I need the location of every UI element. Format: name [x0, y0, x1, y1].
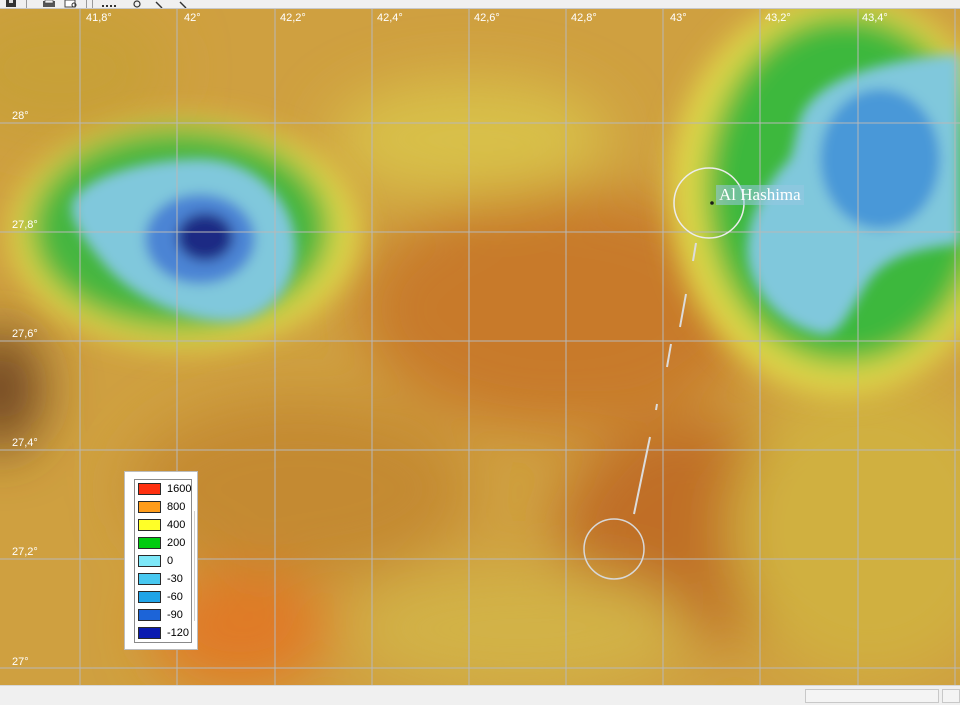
longitude-label: 43,4°	[862, 12, 888, 24]
legend-swatch	[138, 627, 161, 639]
print-preview-icon[interactable]	[62, 0, 80, 8]
longitude-label: 41,8°	[86, 12, 112, 24]
legend-value: -30	[167, 573, 183, 585]
latitude-label: 28°	[12, 110, 29, 122]
legend-swatch	[138, 501, 161, 513]
latitude-label: 27,6°	[12, 328, 38, 340]
legend-swatch	[138, 483, 161, 495]
legend-swatch	[138, 591, 161, 603]
longitude-label: 42°	[184, 12, 201, 24]
legend-swatch	[138, 609, 161, 621]
toolbar-separator	[26, 0, 27, 8]
place-label[interactable]: Al Hashima	[716, 185, 804, 205]
latitude-label: 27,4°	[12, 437, 38, 449]
status-bar	[0, 685, 960, 705]
place-marker[interactable]	[710, 201, 714, 205]
longitude-label: 43,2°	[765, 12, 791, 24]
legend-value: -90	[167, 609, 183, 621]
legend-entry: -120	[137, 624, 191, 642]
legend-value: 800	[167, 501, 186, 513]
legend-value: 1600	[167, 483, 192, 495]
legend-value: 200	[167, 537, 186, 549]
longitude-label: 42,6°	[474, 12, 500, 24]
latitude-label: 27°	[12, 656, 29, 668]
legend-resize-grip[interactable]	[194, 511, 197, 621]
legend-entry: 800	[137, 498, 191, 516]
zoom-icon[interactable]	[150, 0, 168, 8]
save-icon[interactable]	[2, 0, 20, 8]
legend-swatch	[138, 573, 161, 585]
legend-entry: 0	[137, 552, 191, 570]
legend-entry: -60	[137, 588, 191, 606]
legend-value: 0	[167, 555, 174, 567]
grid-icon[interactable]	[100, 0, 118, 8]
toolbar-separator	[92, 0, 93, 8]
elevation-legend[interactable]: 1600 800 400 200 0 -30 -60 -90 -120	[124, 471, 198, 650]
toolbar-separator	[86, 0, 87, 8]
status-pane	[805, 689, 939, 703]
toolbar	[0, 0, 960, 9]
search-icon[interactable]	[174, 0, 192, 8]
longitude-label: 43°	[670, 12, 687, 24]
legend-value: -120	[167, 627, 190, 639]
latitude-label: 27,2°	[12, 546, 38, 558]
legend-value: -60	[167, 591, 183, 603]
legend-entry: -30	[137, 570, 191, 588]
legend-entry: -90	[137, 606, 191, 624]
legend-swatch	[138, 537, 161, 549]
longitude-label: 42,2°	[280, 12, 306, 24]
legend-entry: 1600	[137, 480, 191, 498]
legend-entry: 200	[137, 534, 191, 552]
settings-icon[interactable]	[128, 0, 146, 8]
legend-swatch	[138, 519, 161, 531]
longitude-label: 42,4°	[377, 12, 403, 24]
legend-frame: 1600 800 400 200 0 -30 -60 -90 -120	[134, 479, 192, 643]
print-icon[interactable]	[40, 0, 58, 8]
status-pane	[942, 689, 960, 703]
legend-entry: 400	[137, 516, 191, 534]
legend-value: 400	[167, 519, 186, 531]
latitude-label: 27,8°	[12, 219, 38, 231]
legend-swatch	[138, 555, 161, 567]
longitude-label: 42,8°	[571, 12, 597, 24]
